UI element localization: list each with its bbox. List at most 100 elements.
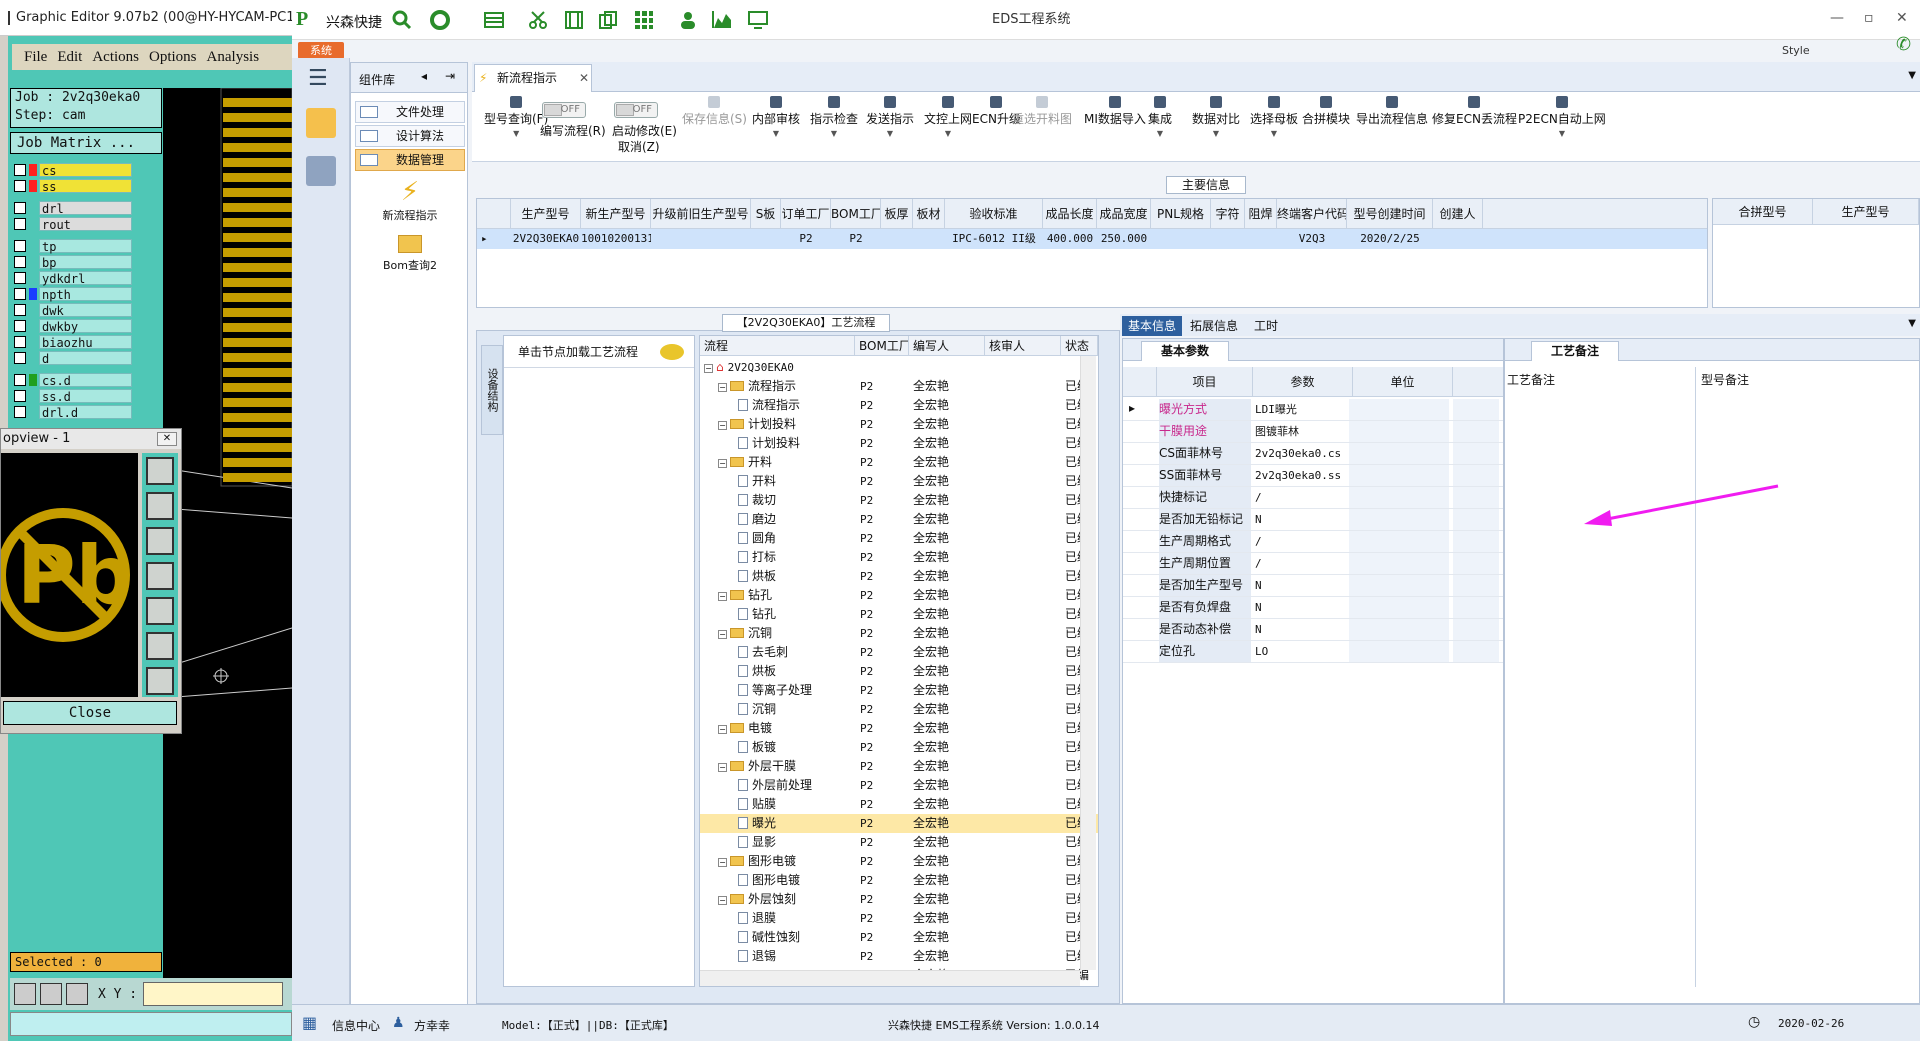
maximize-icon[interactable]: ▫ — [1864, 10, 1874, 26]
process-row[interactable]: − 流程指示 P2 全宏艳 已编 — [700, 377, 1098, 396]
layer-row[interactable]: d — [12, 350, 132, 366]
param-unit[interactable] — [1349, 641, 1449, 662]
param-row[interactable]: 快捷标记 / — [1123, 487, 1503, 509]
copy-icon[interactable] — [598, 10, 618, 30]
tool-button[interactable]: 文控上网 ▼ — [924, 92, 972, 138]
param-row[interactable]: 是否有负焊盘 N — [1123, 597, 1503, 619]
close-icon[interactable]: ✕ — [1896, 10, 1908, 26]
chevron-down-icon[interactable]: ▼ — [1250, 129, 1298, 138]
main-col-header[interactable]: 成品长度 — [1043, 199, 1097, 229]
process-row[interactable]: 钻孔 P2 全宏艳 已编 — [700, 605, 1098, 624]
layer-checkbox[interactable] — [14, 406, 26, 418]
col-flow[interactable]: 流程 — [700, 336, 855, 356]
layer-row[interactable]: dwk — [12, 302, 132, 318]
process-row[interactable]: 裁切 P2 全宏艳 已编 — [700, 491, 1098, 510]
ge-command-line[interactable] — [10, 1012, 292, 1036]
layer-checkbox[interactable] — [14, 304, 26, 316]
chat-bubble-icon[interactable] — [660, 344, 684, 360]
col-unit[interactable]: 单位 — [1353, 367, 1453, 397]
collapse-icon[interactable]: − — [718, 459, 727, 468]
xy-input[interactable] — [143, 982, 284, 1006]
process-row[interactable]: 磨边 P2 全宏艳 已编 — [700, 510, 1098, 529]
menu-analysis[interactable]: Analysis — [207, 49, 260, 66]
chevron-left-icon[interactable]: ◂ — [421, 69, 427, 83]
tool-button[interactable]: P2ECN自动上网 ▼ — [1518, 92, 1606, 138]
process-row[interactable]: 退锡 P2 全宏艳 已编 — [700, 947, 1098, 966]
close-icon[interactable]: ✕ — [579, 65, 589, 91]
param-unit[interactable] — [1349, 553, 1449, 574]
layer-checkbox[interactable] — [14, 256, 26, 268]
tool-button[interactable]: 导出流程信息 — [1356, 92, 1428, 127]
collapse-icon[interactable]: − — [718, 383, 727, 392]
grid-icon[interactable] — [634, 10, 654, 30]
collapse-icon[interactable]: − — [718, 896, 727, 905]
layer-row[interactable]: cs — [12, 162, 132, 178]
main-col-header[interactable]: 创建人 — [1433, 199, 1483, 229]
collapse-icon[interactable]: − — [704, 364, 713, 373]
chevron-down-icon[interactable]: ▼ — [484, 129, 548, 138]
param-value[interactable]: / — [1255, 487, 1262, 508]
tool-button[interactable]: 型号查询(F) ▼ — [484, 92, 548, 138]
tool-button[interactable]: MI数据导入 — [1084, 92, 1146, 127]
chevron-down-icon[interactable]: ▼ — [1518, 129, 1606, 138]
zoom-icon[interactable] — [146, 457, 174, 485]
menu-file[interactable]: File — [24, 49, 47, 66]
layer-checkbox[interactable] — [14, 180, 26, 192]
col-reviewer[interactable]: 核审人 — [985, 336, 1061, 356]
table-icon[interactable] — [484, 10, 504, 30]
main-col-header[interactable]: 字符 — [1211, 199, 1245, 229]
tab-new-flow[interactable]: ⚡ 新流程指示 ✕ — [474, 64, 592, 92]
topview-viewport[interactable]: Pb — [0, 453, 138, 697]
main-col-header[interactable]: 生产型号 — [511, 199, 581, 229]
comp-item-algo[interactable]: 设计算法 — [355, 125, 465, 147]
layer-row[interactable]: ss.d — [12, 388, 132, 404]
main-info-row[interactable]: ▸ 2V2Q30EKA010010200131742 P2 P2 IPC-6012 II… — [477, 229, 1707, 249]
scissors-icon[interactable] — [528, 10, 548, 30]
layer-row[interactable]: biaozhu — [12, 334, 132, 350]
param-unit[interactable] — [1349, 619, 1449, 640]
collapse-icon[interactable]: − — [718, 763, 727, 772]
comp-item-file[interactable]: 文件处理 — [355, 101, 465, 123]
param-value[interactable]: N — [1255, 597, 1262, 618]
comp-item-data[interactable]: 数据管理 — [355, 149, 465, 171]
main-col-header[interactable]: 成品宽度 — [1097, 199, 1151, 229]
layer-checkbox[interactable] — [14, 240, 26, 252]
chevron-down-icon[interactable]: ▼ — [1192, 129, 1240, 138]
minimize-icon[interactable]: — — [1830, 10, 1844, 26]
tool-button[interactable]: 集成 ▼ — [1148, 92, 1172, 138]
main-col-header[interactable]: 板厚 — [881, 199, 913, 229]
tool-button[interactable]: 合拼模块 — [1302, 92, 1350, 127]
collapse-icon[interactable]: − — [718, 421, 727, 430]
chevron-down-icon[interactable]: ▼ — [1148, 129, 1172, 138]
param-unit[interactable] — [1349, 509, 1449, 530]
process-row[interactable]: 烘板 P2 全宏艳 已编 — [700, 567, 1098, 586]
main-col-header[interactable]: S板 — [751, 199, 781, 229]
main-col-header[interactable]: PNL规格 — [1151, 199, 1211, 229]
param-row[interactable]: SS面菲林号 2v2q30eka0.ss — [1123, 465, 1503, 487]
process-row[interactable]: − 开料 P2 全宏艳 已编 — [700, 453, 1098, 472]
chevron-down-icon[interactable]: ▼ — [752, 129, 800, 138]
layer-checkbox[interactable] — [14, 164, 26, 176]
process-row[interactable]: 开料 P2 全宏艳 已编 — [700, 472, 1098, 491]
monitor-icon[interactable] — [748, 10, 768, 30]
process-row[interactable]: 流程指示 P2 全宏艳 已编 — [700, 396, 1098, 415]
layer-row[interactable]: ydkdrl — [12, 270, 132, 286]
search-icon[interactable] — [392, 10, 412, 30]
param-value[interactable]: 图镀菲林 — [1255, 421, 1299, 442]
tab-process-remarks[interactable]: 工艺备注 — [1531, 341, 1619, 361]
col-item[interactable]: 项目 — [1157, 367, 1253, 397]
menu-actions[interactable]: Actions — [92, 49, 139, 66]
main-col-header[interactable]: 阻焊 — [1245, 199, 1277, 229]
info-center[interactable]: 信息中心 — [332, 1017, 380, 1034]
chevron-down-icon[interactable]: ▼ — [1908, 318, 1916, 329]
toggle-switch[interactable]: OFF — [614, 102, 658, 118]
main-col-header[interactable]: 板材 — [913, 199, 945, 229]
new-flow-button[interactable]: ⚡ 新流程指示 — [355, 177, 465, 223]
process-row[interactable]: − 钻孔 P2 全宏艳 已编 — [700, 586, 1098, 605]
process-row[interactable]: − 计划投料 P2 全宏艳 已编 — [700, 415, 1098, 434]
layer-checkbox[interactable] — [14, 218, 26, 230]
param-value[interactable]: N — [1255, 509, 1262, 530]
layer-checkbox[interactable] — [14, 288, 26, 300]
chevron-down-icon[interactable]: ▼ — [866, 129, 914, 138]
film-icon[interactable] — [564, 10, 584, 30]
